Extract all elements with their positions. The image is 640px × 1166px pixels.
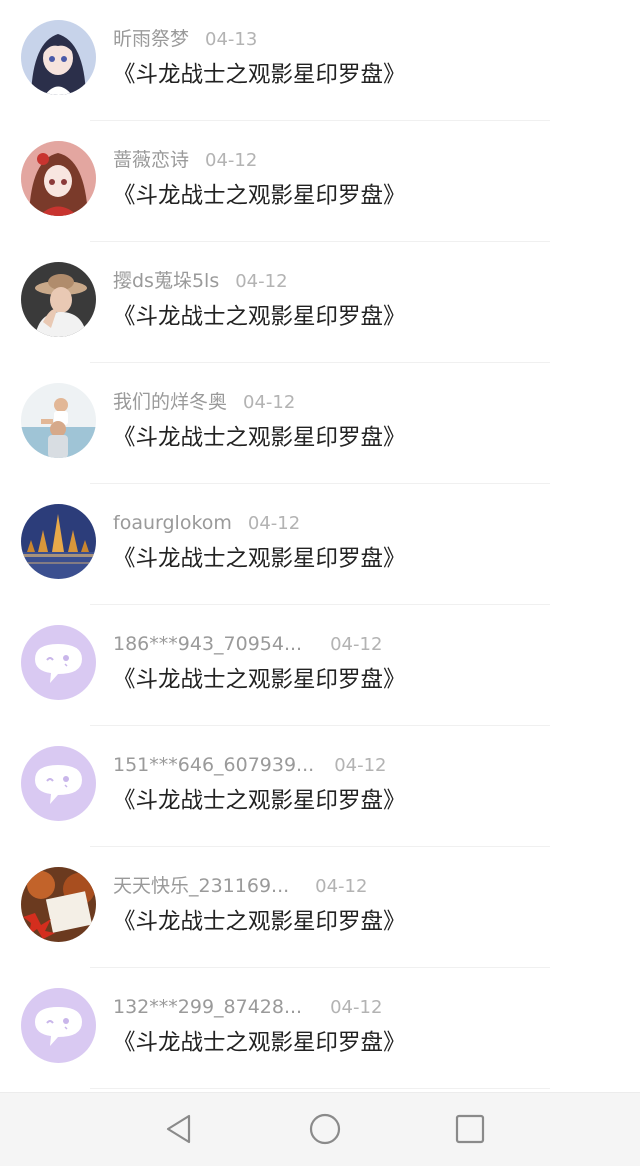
comment-date: 04-12 [235,271,288,292]
comment-date: 04-12 [247,513,301,534]
user-name[interactable]: 132***299_87428... 04-12 [113,993,382,1022]
user-name-text[interactable]: 蔷薇恋诗 [113,149,189,171]
comment-date: 04-12 [330,997,383,1018]
divider [90,1088,550,1089]
list-item[interactable]: 天天快乐_231169... 04-12 《斗龙战士之观影星印罗盘》 [0,847,640,968]
comment-title[interactable]: 《斗龙战士之观影星印罗盘》 [113,542,406,576]
list-item[interactable]: 蔷薇恋诗 04-12 《斗龙战士之观影星印罗盘》 [0,121,640,242]
user-name[interactable]: 撄ds蒐垛5ls 04-12 [113,267,288,296]
user-name[interactable]: foaurglokom 04-12 [113,509,300,538]
list-item[interactable]: foaurglokom 04-12 《斗龙战士之观影星印罗盘》 [0,484,640,605]
user-name-text[interactable]: 151***646_607939... [113,754,314,776]
home-circle-icon[interactable] [307,1111,343,1147]
comment-date: 04-12 [334,755,387,776]
comment-date: 04-12 [205,150,258,171]
user-name[interactable]: 蔷薇恋诗 04-12 [113,146,257,175]
avatar[interactable] [21,746,96,821]
comment-title[interactable]: 《斗龙战士之观影星印罗盘》 [113,784,406,818]
system-navigation-bar [0,1092,640,1166]
user-name-text[interactable]: 132***299_87428... [113,996,302,1018]
user-name-text[interactable]: foaurglokom [113,512,232,534]
list-item[interactable]: 151***646_607939... 04-12 《斗龙战士之观影星印罗盘》 [0,726,640,847]
comment-date: 04-12 [315,876,368,897]
recents-square-icon[interactable] [452,1111,488,1147]
comment-title[interactable]: 《斗龙战士之观影星印罗盘》 [113,905,406,939]
user-name-text[interactable]: 天天快乐_231169... [113,875,289,897]
comment-title[interactable]: 《斗龙战士之观影星印罗盘》 [113,179,406,213]
comment-date: 04-12 [243,392,296,413]
comment-title[interactable]: 《斗龙战士之观影星印罗盘》 [113,421,406,455]
avatar[interactable] [21,20,96,95]
user-name[interactable]: 天天快乐_231169... 04-12 [113,872,367,901]
avatar[interactable] [21,867,96,942]
comment-title[interactable]: 《斗龙战士之观影星印罗盘》 [113,300,406,334]
comment-date: 04-13 [205,29,258,50]
user-name[interactable]: 186***943_70954... 04-12 [113,630,382,659]
list-item[interactable]: 昕雨祭梦 04-13 《斗龙战士之观影星印罗盘》 [0,0,640,121]
list-item[interactable]: 132***299_87428... 04-12 《斗龙战士之观影星印罗盘》 [0,968,640,1089]
avatar[interactable] [21,141,96,216]
back-triangle-icon[interactable] [162,1111,198,1147]
comment-title[interactable]: 《斗龙战士之观影星印罗盘》 [113,58,406,92]
avatar[interactable] [21,262,96,337]
list-item[interactable]: 我们的烊冬奥 04-12 《斗龙战士之观影星印罗盘》 [0,363,640,484]
avatar[interactable] [21,988,96,1063]
list-item[interactable]: 186***943_70954... 04-12 《斗龙战士之观影星印罗盘》 [0,605,640,726]
user-name[interactable]: 昕雨祭梦 04-13 [113,25,257,54]
user-name-text[interactable]: 我们的烊冬奥 [113,391,227,413]
list-item[interactable]: 撄ds蒐垛5ls 04-12 《斗龙战士之观影星印罗盘》 [0,242,640,363]
user-name-text[interactable]: 昕雨祭梦 [113,28,189,50]
comment-title[interactable]: 《斗龙战士之观影星印罗盘》 [113,1026,406,1060]
user-name-text[interactable]: 撄ds蒐垛5ls [113,270,219,292]
comment-list: 昕雨祭梦 04-13 《斗龙战士之观影星印罗盘》 蔷薇恋诗 04-12 《斗龙战士之… [0,0,640,1092]
avatar[interactable] [21,383,96,458]
comment-date: 04-12 [330,634,383,655]
comment-title[interactable]: 《斗龙战士之观影星印罗盘》 [113,663,406,697]
user-name-text[interactable]: 186***943_70954... [113,633,302,655]
avatar[interactable] [21,625,96,700]
user-name[interactable]: 我们的烊冬奥 04-12 [113,388,295,417]
avatar[interactable] [21,504,96,579]
user-name[interactable]: 151***646_607939... 04-12 [113,751,387,780]
